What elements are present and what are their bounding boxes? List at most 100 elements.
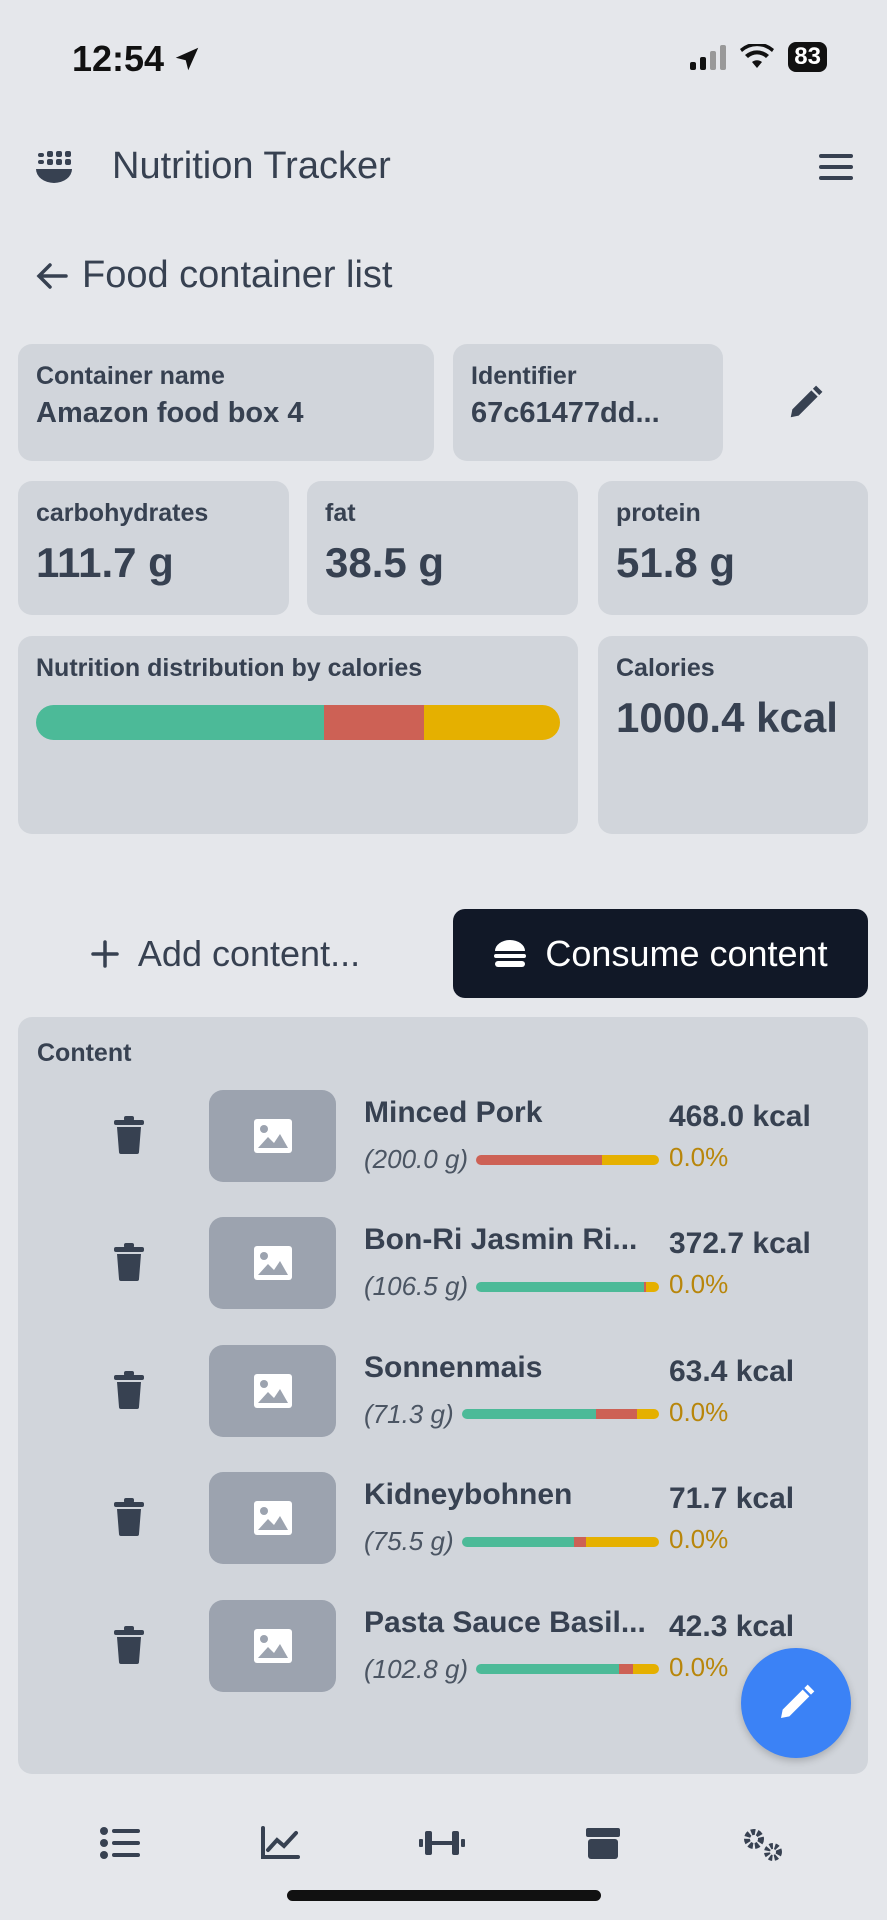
distribution-bar <box>36 705 560 740</box>
food-nutrition-bar <box>461 1536 659 1547</box>
protein-card: protein 51.8 g <box>598 481 868 615</box>
edit-pencil-icon[interactable] <box>786 384 824 422</box>
food-kcal: 372.7 kcal <box>669 1227 811 1261</box>
list-icon[interactable] <box>99 1826 140 1860</box>
protein-segment <box>585 1536 659 1547</box>
content-item: Minced Pork (200.0 g) 468.0 kcal 0.0% <box>18 1090 868 1182</box>
food-details: (200.0 g) <box>364 1144 659 1175</box>
content-item: Bon-Ri Jasmin Ri... (106.5 g) 372.7 kcal… <box>18 1217 868 1310</box>
food-consumed-percent: 0.0% <box>669 1396 729 1427</box>
protein-segment <box>423 705 560 740</box>
food-details: (106.5 g) <box>364 1271 659 1302</box>
fat-segment <box>618 1664 634 1675</box>
food-grams: (75.5 g) <box>364 1526 454 1557</box>
content-item: Kidneybohnen (75.5 g) 71.7 kcal 0.0% <box>18 1472 868 1565</box>
content-title: Content <box>37 1039 132 1067</box>
protein-segment <box>637 1409 659 1420</box>
edit-fab[interactable] <box>741 1648 851 1758</box>
value: 38.5 g <box>325 539 445 586</box>
box-icon[interactable] <box>585 1826 621 1860</box>
carbohydrates-segment <box>476 1281 645 1292</box>
add-content-label: Add content... <box>137 932 361 974</box>
food-details: (102.8 g) <box>364 1654 659 1685</box>
carbohydrates-card: carbohydrates 111.7 g <box>18 481 289 615</box>
food-image-placeholder <box>209 1472 336 1565</box>
container-name: Amazon food box 4 <box>36 397 304 429</box>
hamburger-menu-icon[interactable] <box>819 152 853 182</box>
carbohydrates-segment <box>461 1409 596 1420</box>
fat-card: fat 38.5 g <box>307 481 578 615</box>
food-consumed-percent: 0.0% <box>669 1651 729 1682</box>
label: Nutrition distribution by calories <box>36 654 423 682</box>
food-name: Minced Pork <box>364 1096 543 1129</box>
food-image-placeholder <box>209 1344 336 1437</box>
location-arrow-icon <box>175 47 199 71</box>
image-icon <box>253 1501 292 1536</box>
food-nutrition-bar <box>476 1154 659 1165</box>
trash-icon[interactable] <box>114 1370 144 1409</box>
chart-line-icon[interactable] <box>260 1826 300 1860</box>
food-grams: (102.8 g) <box>364 1653 469 1684</box>
food-kcal: 63.4 kcal <box>669 1354 795 1388</box>
image-icon <box>253 1119 292 1153</box>
consume-content-label: Consume content <box>545 932 828 974</box>
food-grams: (71.3 g) <box>364 1398 454 1429</box>
back-label: Food container list <box>82 254 393 296</box>
consume-content-button[interactable]: Consume content <box>453 909 868 998</box>
content-item: Sonnenmais (71.3 g) 63.4 kcal 0.0% <box>18 1344 868 1437</box>
label: Container name <box>36 362 225 390</box>
food-name: Kidneybohnen <box>364 1478 573 1512</box>
fat-segment <box>574 1536 586 1547</box>
bowl-rice-icon <box>36 150 72 183</box>
food-name: Pasta Sauce Basil... <box>364 1605 646 1639</box>
carbohydrates-segment <box>36 705 325 740</box>
food-grams: (106.5 g) <box>364 1271 469 1302</box>
add-content-button[interactable]: Add content... <box>60 909 390 998</box>
bottom-nav <box>0 1826 887 1864</box>
battery-icon: 83 <box>788 42 827 72</box>
label: carbohydrates <box>36 499 209 527</box>
burger-icon <box>494 939 527 967</box>
food-consumed-percent: 0.0% <box>669 1142 729 1172</box>
fat-segment <box>476 1154 603 1165</box>
back-link[interactable]: Food container list <box>36 254 393 297</box>
food-image-placeholder <box>209 1599 336 1692</box>
status-icons: 83 <box>690 42 827 72</box>
container-name-card: Container name Amazon food box 4 <box>18 344 434 461</box>
content-card: Content Minced Pork (200.0 g) 468.0 kcal… <box>18 1017 868 1774</box>
trash-icon[interactable] <box>114 1116 144 1154</box>
image-icon <box>253 1373 292 1408</box>
value: 111.7 g <box>36 539 174 586</box>
food-image-placeholder <box>209 1217 336 1310</box>
home-indicator <box>287 1890 601 1901</box>
identifier-card: Identifier 67c61477dd... <box>453 344 723 461</box>
trash-icon[interactable] <box>114 1625 144 1664</box>
protein-segment <box>602 1154 659 1165</box>
food-kcal: 71.7 kcal <box>669 1482 795 1516</box>
food-name: Bon-Ri Jasmin Ri... <box>364 1223 638 1257</box>
app-header: Nutrition Tracker <box>34 145 853 188</box>
gears-icon[interactable] <box>741 1826 787 1864</box>
protein-segment <box>633 1664 659 1675</box>
protein-segment <box>646 1281 659 1292</box>
pencil-icon <box>781 1684 815 1718</box>
signal-icon <box>690 44 727 70</box>
fat-segment <box>595 1409 638 1420</box>
trash-icon[interactable] <box>114 1243 144 1282</box>
food-name: Sonnenmais <box>364 1350 543 1384</box>
food-nutrition-bar <box>476 1664 659 1675</box>
calories-value: 1000.4 kcal <box>616 694 838 741</box>
food-details: (75.5 g) <box>364 1526 659 1557</box>
dumbbell-icon[interactable] <box>419 1826 466 1860</box>
calories-card: Calories 1000.4 kcal <box>598 636 868 834</box>
food-kcal: 468.0 kcal <box>669 1100 811 1133</box>
identifier-value: 67c61477dd... <box>471 397 660 429</box>
content-item: Pasta Sauce Basil... (102.8 g) 42.3 kcal… <box>18 1599 868 1692</box>
label: Calories <box>616 654 715 682</box>
trash-icon[interactable] <box>114 1498 144 1537</box>
arrow-left-icon <box>36 262 68 289</box>
distribution-card: Nutrition distribution by calories <box>18 636 578 834</box>
food-nutrition-bar <box>461 1409 659 1420</box>
label: protein <box>616 499 701 527</box>
food-kcal: 42.3 kcal <box>669 1609 795 1643</box>
